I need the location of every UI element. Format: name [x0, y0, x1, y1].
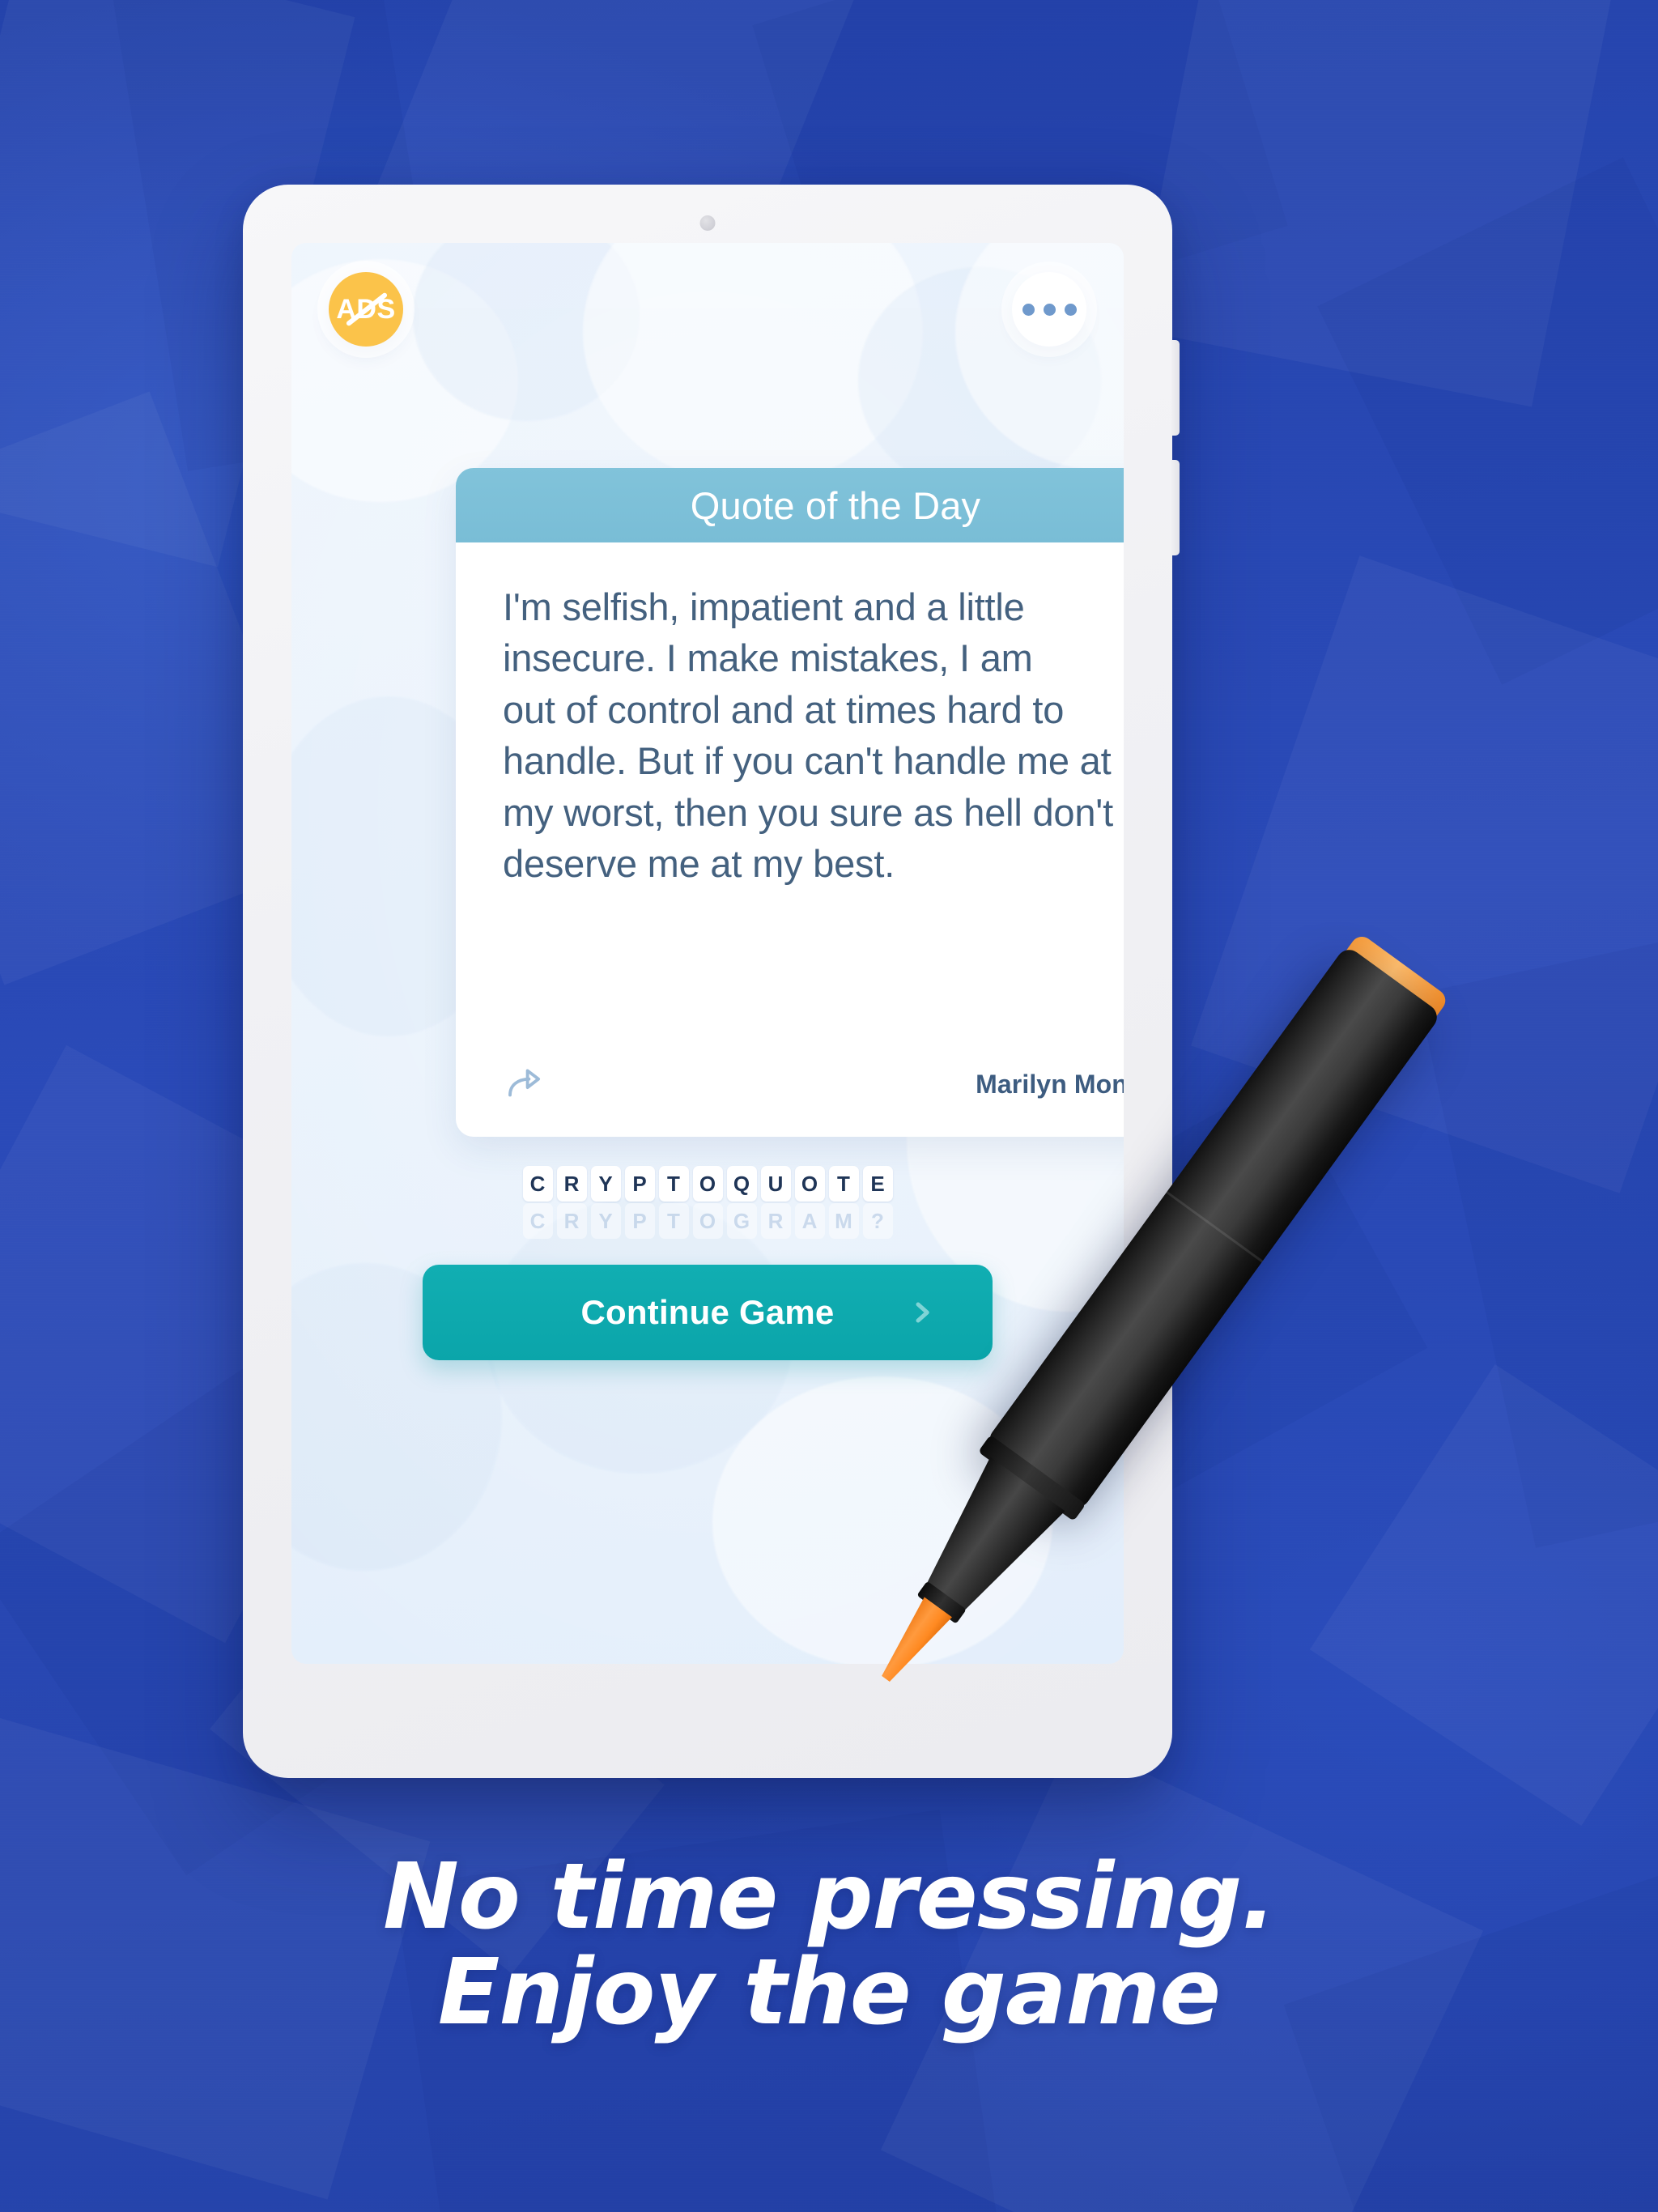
- more-options-button[interactable]: [1012, 272, 1086, 347]
- logo-tile: O: [794, 1166, 825, 1202]
- logo-tile: T: [828, 1166, 859, 1202]
- logo-tile: M: [828, 1203, 859, 1239]
- no-ads-button[interactable]: ADS: [329, 272, 403, 347]
- logo-primary-row: CRYPTOQUOTE: [522, 1166, 893, 1202]
- logo-tile: T: [658, 1166, 689, 1202]
- logo-tile: C: [522, 1166, 553, 1202]
- quote-card-title: Quote of the Day: [690, 483, 981, 527]
- front-camera-icon: [699, 215, 716, 231]
- logo-tile: Y: [590, 1203, 621, 1239]
- quote-card-footer: Marilyn Monroe: [456, 1062, 1124, 1106]
- logo-tile: C: [522, 1203, 553, 1239]
- chevron-right-icon: [916, 1302, 929, 1323]
- logo-tile: O: [692, 1166, 723, 1202]
- logo-secondary-row: C R Y P T O G R A M?: [522, 1203, 893, 1239]
- volume-up-button[interactable]: [1171, 340, 1180, 436]
- logo-tile: R: [556, 1203, 587, 1239]
- logo-tile: ?: [862, 1203, 893, 1239]
- logo-tile: G: [726, 1203, 757, 1239]
- logo-tile: E: [862, 1166, 893, 1202]
- promo-caption: No time pressing. Enjoy the game: [0, 1844, 1658, 2045]
- logo-tile: R: [760, 1203, 791, 1239]
- dot-icon: [1064, 303, 1077, 316]
- share-arrow-icon[interactable]: [503, 1062, 546, 1106]
- logo-tile: P: [624, 1166, 655, 1202]
- quote-card-header: Quote of the Day: [456, 468, 1124, 542]
- tablet-device: ADS Quote of the Day I'm selfish, impati…: [243, 185, 1180, 1778]
- logo-tile: Q: [726, 1166, 757, 1202]
- logo-tile: P: [624, 1203, 655, 1239]
- logo-tile: R: [556, 1166, 587, 1202]
- logo-tile: O: [692, 1203, 723, 1239]
- caption-line-1: No time pressing.: [383, 1844, 1276, 1950]
- dot-icon: [1043, 303, 1056, 316]
- app-screen: ADS Quote of the Day I'm selfish, impati…: [291, 243, 1124, 1664]
- screen-blob: [712, 1376, 1052, 1664]
- quote-of-the-day-card: Quote of the Day I'm selfish, impatient …: [456, 468, 1124, 1137]
- continue-game-button[interactable]: Continue Game: [423, 1265, 993, 1360]
- app-logo: CRYPTOQUOTE C R Y P T O G R A M?: [291, 1166, 1124, 1239]
- quote-text: I'm selfish, impatient and a little inse…: [503, 585, 1113, 886]
- logo-tile: T: [658, 1203, 689, 1239]
- logo-tile: Y: [590, 1166, 621, 1202]
- quote-card-body: I'm selfish, impatient and a little inse…: [456, 542, 1124, 1137]
- continue-game-label: Continue Game: [580, 1293, 835, 1331]
- quote-author: Marilyn Monroe: [976, 1069, 1124, 1099]
- volume-down-button[interactable]: [1171, 460, 1180, 555]
- logo-tile: A: [794, 1203, 825, 1239]
- dot-icon: [1022, 303, 1035, 316]
- caption-line-2: Enjoy the game: [437, 1939, 1221, 2045]
- logo-tile: U: [760, 1166, 791, 1202]
